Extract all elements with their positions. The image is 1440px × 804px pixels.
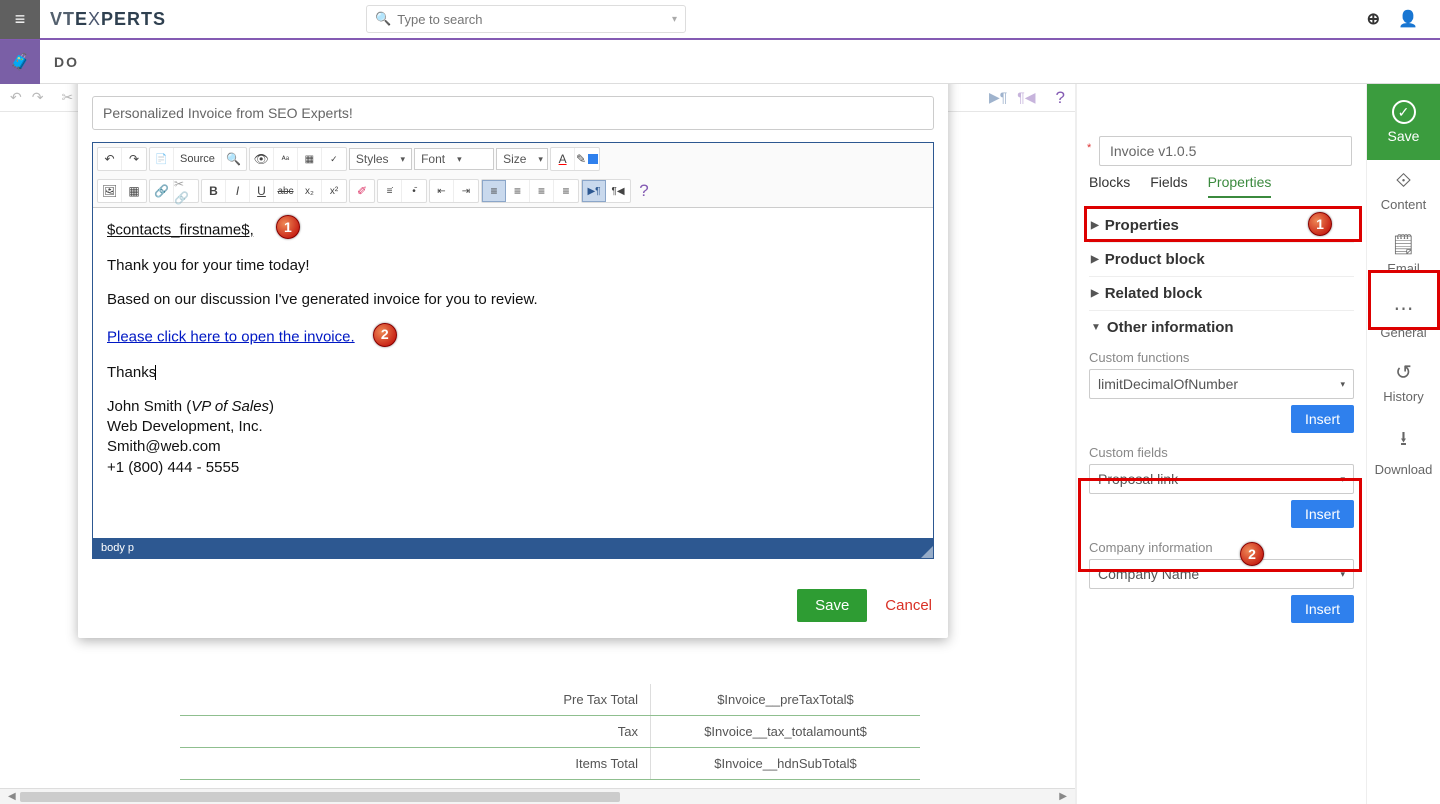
chevron-down-icon[interactable]: ▾ xyxy=(672,14,677,25)
tab-properties[interactable]: Properties xyxy=(1208,174,1272,198)
callout-1: 1 xyxy=(1308,212,1332,236)
horizontal-scrollbar[interactable]: ◀▶ xyxy=(0,788,1075,804)
font-select[interactable]: Font▾ xyxy=(414,148,494,170)
custom-fields-label: Custom fields xyxy=(1089,445,1354,460)
search-icon: 🔍 xyxy=(375,11,391,27)
callout-box-3 xyxy=(1368,270,1440,330)
download-tab[interactable]: ⭳Download xyxy=(1367,414,1440,487)
strike-icon[interactable]: abc xyxy=(274,180,298,202)
invoice-link[interactable]: Please click here to open the invoice. xyxy=(107,328,355,345)
subject-input[interactable] xyxy=(92,96,934,130)
text-color-icon[interactable]: A xyxy=(551,148,575,170)
save-tab[interactable]: ✓Save xyxy=(1367,84,1440,160)
user-icon[interactable]: 👤 xyxy=(1398,9,1418,29)
editor-line: Based on our discussion I've generated i… xyxy=(107,290,919,310)
callout-1: 1 xyxy=(276,215,300,239)
hamburger-menu[interactable]: ≡ xyxy=(0,0,40,39)
editor-help-icon[interactable]: ? xyxy=(632,180,656,202)
cut-icon[interactable]: ✂ xyxy=(61,89,73,106)
source-button[interactable]: Source xyxy=(174,148,222,170)
table-row: Tax$Invoice__tax_totalamount$ xyxy=(180,716,920,748)
logo: VTEXPERTS xyxy=(40,9,176,30)
custom-functions-label: Custom functions xyxy=(1089,350,1354,365)
subscript-icon[interactable]: x₂ xyxy=(298,180,322,202)
download-icon: ⭳ xyxy=(1400,424,1407,458)
para-rtl-icon[interactable]: ¶◀ xyxy=(1017,89,1035,106)
sig-phone: +1 (800) 444 - 5555 xyxy=(107,458,919,478)
align-justify-icon[interactable]: ≡ xyxy=(554,180,578,202)
table-row: Items Total$Invoice__hdnSubTotal$ xyxy=(180,748,920,780)
bg-color-icon[interactable]: ✎ xyxy=(575,148,599,170)
list-num-icon[interactable]: ≡̇ xyxy=(378,180,402,202)
selectall-icon[interactable]: ▦ xyxy=(298,148,322,170)
sig-name: John Smith xyxy=(107,398,186,415)
insert-function-button[interactable]: Insert xyxy=(1291,405,1354,433)
editor-body[interactable]: $contacts_firstname$, 1 Thank you for yo… xyxy=(93,208,933,538)
document-breadcrumb: DO xyxy=(40,54,79,70)
custom-functions-select[interactable]: limitDecimalOfNumber▾ xyxy=(1089,369,1354,399)
size-select[interactable]: Size▾ xyxy=(496,148,548,170)
preview-icon[interactable]: 🔍 xyxy=(222,148,246,170)
list-bul-icon[interactable]: •̄ xyxy=(402,180,426,202)
sig-email: Smith@web.com xyxy=(107,437,919,457)
styles-select[interactable]: Styles▾ xyxy=(349,148,412,170)
section-product-block[interactable]: ▶Product block xyxy=(1089,242,1354,276)
unlink-icon[interactable]: ✂🔗 xyxy=(174,180,198,202)
ltr-icon[interactable]: ▶¶ xyxy=(582,180,606,202)
bold-icon[interactable]: B xyxy=(202,180,226,202)
global-search[interactable]: 🔍 ▾ xyxy=(366,5,686,33)
callout-box-2 xyxy=(1078,478,1362,572)
undo-icon[interactable]: ↶ xyxy=(98,148,122,170)
tab-fields[interactable]: Fields xyxy=(1150,174,1187,198)
para-ltr-icon[interactable]: ▶¶ xyxy=(989,89,1007,106)
sig-company: Web Development, Inc. xyxy=(107,417,919,437)
source-icon[interactable]: 📄 xyxy=(150,148,174,170)
module-icon[interactable]: 🧳 xyxy=(0,40,40,84)
indent-icon[interactable]: ⇥ xyxy=(454,180,478,202)
editor-path: body p xyxy=(93,538,933,558)
content-tab[interactable]: ⟐Content xyxy=(1367,160,1440,222)
callout-2: 2 xyxy=(373,323,397,347)
section-other-information[interactable]: ▼Other information xyxy=(1089,310,1354,344)
section-related-block[interactable]: ▶Related block xyxy=(1089,276,1354,310)
history-icon: ↺ xyxy=(1395,360,1412,385)
redo-icon[interactable]: ↷ xyxy=(122,148,146,170)
content-icon: ⟐ xyxy=(1396,170,1412,193)
cancel-button[interactable]: Cancel xyxy=(885,597,932,614)
merge-field-greeting: $contacts_firstname$, xyxy=(107,222,254,239)
insert-company-button[interactable]: Insert xyxy=(1291,595,1354,623)
spell-icon[interactable]: ✓ xyxy=(322,148,346,170)
underline-icon[interactable]: U xyxy=(250,180,274,202)
template-name-input[interactable]: Invoice v1.0.5 xyxy=(1099,136,1352,166)
editor-line: Thank you for your time today! xyxy=(107,256,919,276)
plus-icon[interactable]: ⊕ xyxy=(1367,9,1380,29)
find-icon[interactable]: 👁 xyxy=(250,148,274,170)
tab-blocks[interactable]: Blocks xyxy=(1089,174,1130,198)
table-icon[interactable]: ▦ xyxy=(122,180,146,202)
help-icon[interactable]: ? xyxy=(1056,88,1065,108)
table-row: Pre Tax Total$Invoice__preTaxTotal$ xyxy=(180,684,920,716)
align-right-icon[interactable]: ≡ xyxy=(530,180,554,202)
rtl-icon[interactable]: ¶◀ xyxy=(606,180,630,202)
email-icon: 🗒 xyxy=(1391,232,1416,257)
callout-2: 2 xyxy=(1240,542,1264,566)
undo-icon[interactable]: ↶ xyxy=(10,89,22,106)
editor-line: Thanks xyxy=(107,364,156,381)
link-icon[interactable]: 🔗 xyxy=(150,180,174,202)
replace-icon[interactable]: ᴬᵃ xyxy=(274,148,298,170)
sig-title: VP of Sales xyxy=(191,398,269,415)
image-icon[interactable]: 🖼 xyxy=(98,180,122,202)
save-button[interactable]: Save xyxy=(797,589,867,622)
history-tab[interactable]: ↺History xyxy=(1367,350,1440,414)
outdent-icon[interactable]: ⇤ xyxy=(430,180,454,202)
align-center-icon[interactable]: ≡ xyxy=(506,180,530,202)
italic-icon[interactable]: I xyxy=(226,180,250,202)
superscript-icon[interactable]: x² xyxy=(322,180,346,202)
redo-icon[interactable]: ↷ xyxy=(32,89,44,106)
email-template-dialog: Email Template ✕ ↶↷ 📄Source🔍 👁ᴬᵃ▦✓ Style… xyxy=(78,84,948,638)
align-left-icon[interactable]: ≡ xyxy=(482,180,506,202)
search-input[interactable] xyxy=(397,12,672,27)
removeformat-icon[interactable]: ✐ xyxy=(350,180,374,202)
required-asterisk: * xyxy=(1087,142,1091,154)
